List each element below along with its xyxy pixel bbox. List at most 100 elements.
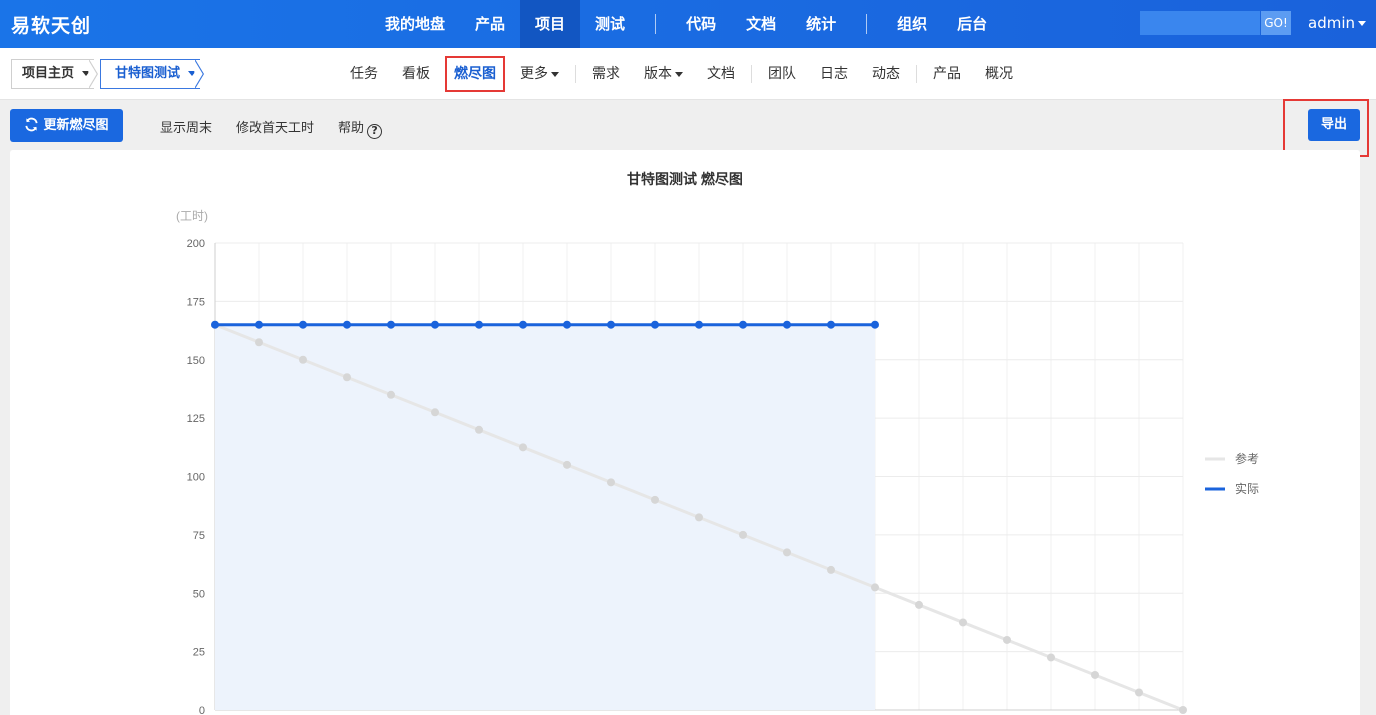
y-tick-label: 125 (187, 413, 205, 425)
nav-item-project[interactable]: 项目 (520, 0, 581, 48)
subnav-more-label: 更多 (520, 66, 548, 82)
y-tick-label: 25 (193, 647, 205, 659)
refresh-burndown-label: 更新燃尽图 (43, 118, 109, 133)
export-button[interactable]: 导出 (1308, 109, 1360, 141)
search-input[interactable] (1140, 11, 1260, 35)
refresh-icon (25, 117, 39, 132)
reference-point (607, 478, 615, 487)
actual-point (343, 320, 351, 329)
reference-point (255, 338, 263, 347)
actual-point (387, 320, 395, 329)
help-label: 帮助 (338, 121, 365, 136)
legend-label: 参考 (1235, 451, 1259, 466)
chart-y-axis-label: (工时) (176, 209, 208, 223)
show-weekend-link[interactable]: 显示周末 (160, 117, 212, 136)
y-tick-label: 0 (199, 705, 205, 715)
nav-item-product[interactable]: 产品 (460, 0, 520, 48)
brand-logo[interactable]: 易软天创 (11, 11, 91, 38)
reference-point (431, 408, 439, 417)
project-subnav: 任务 看板 燃尽图 更多 需求 版本 文档 团队 日志 动态 产品 概况 (338, 48, 1025, 100)
subnav-item-task[interactable]: 任务 (338, 58, 390, 90)
reference-point (1003, 635, 1011, 644)
nav-item-admin[interactable]: 后台 (942, 0, 1002, 48)
search-go-button[interactable]: GO! (1261, 11, 1291, 35)
subnav-item-log[interactable]: 日志 (808, 58, 860, 90)
reference-point (519, 443, 527, 452)
reference-point (651, 495, 659, 504)
burndown-chart: 甘特图测试 燃尽图 (工时) 0 25 50 75 100 125 150 175 200 参考… (176, 171, 1259, 715)
actual-point (739, 320, 747, 329)
breadcrumb-separator-inner (88, 60, 97, 88)
actual-point (827, 320, 835, 329)
chevron-down-icon (1358, 21, 1366, 26)
y-tick-label: 175 (187, 296, 205, 308)
reference-point (695, 513, 703, 522)
subnav-item-team[interactable]: 团队 (756, 58, 808, 90)
nav-item-company[interactable]: 组织 (882, 0, 942, 48)
nav-item-qa[interactable]: 测试 (580, 0, 640, 48)
reference-point (959, 618, 967, 627)
subnav-item-kanban[interactable]: 看板 (390, 58, 442, 90)
actual-point (475, 320, 483, 329)
reference-point (1047, 653, 1055, 662)
reference-point (827, 565, 835, 574)
chevron-down-icon (675, 71, 683, 77)
reference-point (387, 390, 395, 399)
burndown-chart-panel: 甘特图测试 燃尽图 (工时) 0 25 50 75 100 125 150 175 200 参考… (10, 150, 1360, 715)
y-tick-label: 150 (187, 355, 205, 367)
nav-item-code[interactable]: 代码 (671, 0, 731, 48)
reference-point (299, 355, 307, 364)
breadcrumb-current-project[interactable]: 甘特图测试 (100, 59, 200, 89)
actual-point (695, 320, 703, 329)
help-question-icon: ? (367, 124, 383, 139)
reference-point (563, 460, 571, 469)
modify-first-day-hours-link[interactable]: 修改首天工时 (236, 117, 314, 136)
breadcrumb-home-label: 项目主页 (22, 66, 75, 81)
reference-point (739, 530, 747, 539)
breadcrumb-current-label: 甘特图测试 (115, 66, 181, 81)
actual-point (255, 320, 263, 329)
subnav-item-dynamic[interactable]: 动态 (860, 58, 912, 90)
reference-point (343, 373, 351, 382)
nav-divider (866, 14, 868, 34)
subnav-item-burndown[interactable]: 燃尽图 (445, 56, 505, 92)
actual-point (299, 320, 307, 329)
actual-point (519, 320, 527, 329)
subnav-item-doc[interactable]: 文档 (695, 58, 747, 90)
actual-point (607, 320, 615, 329)
actual-point (871, 320, 879, 329)
subnav-item-story[interactable]: 需求 (580, 58, 632, 90)
nav-item-report[interactable]: 统计 (791, 0, 851, 48)
actual-area (215, 324, 875, 710)
refresh-burndown-button[interactable]: 更新燃尽图 (10, 109, 123, 142)
user-name: admin (1308, 14, 1355, 32)
chevron-down-icon (551, 71, 559, 77)
top-navbar: 易软天创 我的地盘 产品 项目 测试 代码 文档 统计 组织 后台 GO! ad… (0, 0, 1376, 48)
nav-item-dashboard[interactable]: 我的地盘 (370, 0, 460, 48)
chart-title: 甘特图测试 燃尽图 (627, 171, 743, 187)
subnav-divider (575, 65, 576, 83)
y-tick-label: 200 (187, 238, 205, 250)
reference-point (1179, 706, 1187, 714)
user-menu[interactable]: admin (1308, 14, 1366, 32)
help-link[interactable]: 帮助? (338, 117, 383, 139)
nav-item-doc[interactable]: 文档 (731, 0, 791, 48)
sub-navbar: 项目主页 甘特图测试 任务 看板 燃尽图 更多 需求 版本 文档 团队 日志 动… (0, 48, 1376, 100)
y-tick-label: 75 (193, 530, 205, 542)
y-tick-label: 100 (187, 472, 205, 484)
reference-point (1091, 670, 1099, 679)
subnav-item-more[interactable]: 更多 (508, 58, 571, 90)
actual-point (211, 320, 219, 329)
reference-point (475, 425, 483, 434)
subnav-item-overview[interactable]: 概况 (973, 58, 1025, 90)
subnav-divider (751, 65, 752, 83)
breadcrumb-end-arrow-inner (194, 60, 203, 88)
y-tick-label: 50 (193, 588, 205, 600)
actual-point (431, 320, 439, 329)
subnav-item-product[interactable]: 产品 (921, 58, 973, 90)
breadcrumb-project-home[interactable]: 项目主页 (11, 59, 94, 89)
subnav-item-build[interactable]: 版本 (632, 58, 695, 90)
nav-divider (655, 14, 657, 34)
actual-point (563, 320, 571, 329)
subnav-divider (916, 65, 917, 83)
